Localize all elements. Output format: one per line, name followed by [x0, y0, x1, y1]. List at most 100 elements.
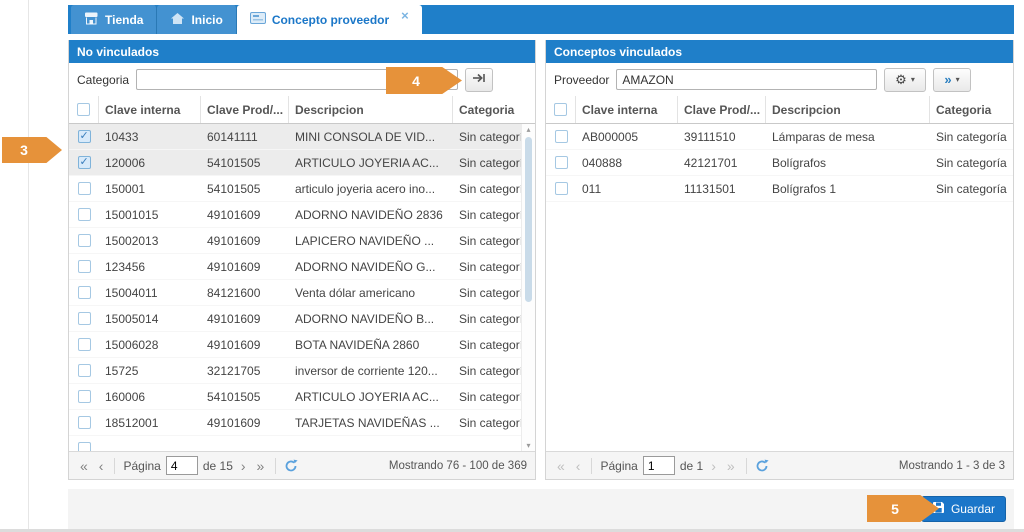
cell-categoria: Sin categoría [930, 182, 1013, 196]
settings-button[interactable]: ⚙ ▾ [884, 68, 926, 92]
row-checkbox[interactable] [78, 364, 91, 377]
row-checkbox[interactable] [78, 260, 91, 273]
checkbox-cell [69, 364, 99, 377]
move-right-button[interactable] [465, 68, 493, 92]
last-page-button[interactable]: » [254, 459, 268, 473]
cell-clave_interna: 123456 [99, 260, 201, 274]
table-row[interactable]: 12000654101505ARTICULO JOYERIA AC...Sin … [69, 150, 535, 176]
row-checkbox[interactable] [78, 182, 91, 195]
cell-descripcion: ARTICULO JOYERIA AC... [289, 390, 453, 404]
table-row[interactable]: 1043360141111MINI CONSOLA DE VID...Sin c… [69, 124, 535, 150]
column-header[interactable]: Clave interna [576, 96, 678, 123]
table-row[interactable]: 1500101549101609ADORNO NAVIDEÑO 2836Sin … [69, 202, 535, 228]
select-all-checkbox[interactable] [77, 103, 90, 116]
vertical-scrollbar[interactable]: ▴ ▾ [521, 124, 535, 451]
column-header[interactable]: Categoria [453, 96, 535, 123]
more-actions-button[interactable]: » ▾ [933, 68, 971, 92]
table-row[interactable]: 1572532121705inversor de corriente 120..… [69, 358, 535, 384]
column-header[interactable]: Categoria [930, 96, 1013, 123]
page-of-label: de 15 [203, 459, 233, 473]
row-checkbox[interactable] [78, 312, 91, 325]
checkbox-cell [69, 416, 99, 429]
caret-down-icon: ▾ [911, 75, 915, 84]
cell-descripcion: Bolígrafos 1 [766, 182, 930, 196]
cell-categoria: Sin categoría [930, 130, 1013, 144]
right-table-header: Clave interna Clave Prod/... Descripcion… [546, 96, 1013, 124]
first-page-button[interactable]: « [554, 459, 568, 473]
next-page-button[interactable]: › [708, 459, 719, 473]
row-checkbox[interactable] [555, 130, 568, 143]
store-icon [84, 12, 99, 28]
last-page-button[interactable]: » [724, 459, 738, 473]
table-row[interactable]: AB00000539111510Lámparas de mesaSin cate… [546, 124, 1013, 150]
refresh-icon[interactable] [284, 459, 298, 473]
table-row[interactable]: 1500201349101609LAPICERO NAVIDEÑO ...Sin… [69, 228, 535, 254]
tab-label: Concepto proveedor [272, 13, 389, 27]
page-label: Página [123, 459, 160, 473]
checkbox-cell [69, 260, 99, 273]
cell-descripcion: BOTA NAVIDEÑA 2860 [289, 338, 453, 352]
column-header[interactable]: Descripcion [766, 96, 930, 123]
checkbox-cell [69, 182, 99, 195]
cell-descripcion: LAPICERO NAVIDEÑO ... [289, 234, 453, 248]
row-checkbox[interactable] [78, 156, 91, 169]
refresh-icon[interactable] [755, 459, 769, 473]
close-icon[interactable]: × [401, 9, 409, 22]
cell-clave_prod: 49101609 [201, 208, 289, 222]
column-header[interactable]: Descripcion [289, 96, 453, 123]
cell-clave_prod: 54101505 [201, 182, 289, 196]
prev-page-button[interactable]: ‹ [573, 459, 584, 473]
table-row[interactable]: 1500602849101609BOTA NAVIDEÑA 2860Sin ca… [69, 332, 535, 358]
table-row[interactable]: 15000154101505articulo joyeria acero ino… [69, 176, 535, 202]
checkbox-cell [69, 338, 99, 351]
column-header[interactable]: Clave interna [99, 96, 201, 123]
table-row[interactable]: 1851200149101609TARJETAS NAVIDEÑAS ...Si… [69, 410, 535, 436]
cell-clave_interna: 040888 [576, 156, 678, 170]
row-checkbox[interactable] [78, 208, 91, 221]
tab-label: Inicio [191, 13, 222, 27]
proveedor-input[interactable] [616, 69, 877, 90]
showing-status: Mostrando 1 - 3 de 3 [899, 460, 1005, 472]
row-checkbox[interactable] [78, 130, 91, 143]
table-row[interactable]: 1500501449101609ADORNO NAVIDEÑO B...Sin … [69, 306, 535, 332]
table-row[interactable]: 1500401184121600Venta dólar americanoSin… [69, 280, 535, 306]
row-checkbox[interactable] [78, 390, 91, 403]
table-row[interactable] [69, 436, 535, 451]
page-input[interactable] [643, 456, 675, 475]
next-page-button[interactable]: › [238, 459, 249, 473]
row-checkbox[interactable] [555, 156, 568, 169]
move-right-icon [472, 72, 486, 87]
select-all-checkbox[interactable] [554, 103, 567, 116]
page-input[interactable] [166, 456, 198, 475]
table-row[interactable]: 04088842121701BolígrafosSin categoría [546, 150, 1013, 176]
first-page-button[interactable]: « [77, 459, 91, 473]
row-checkbox[interactable] [78, 442, 91, 451]
row-checkbox[interactable] [78, 286, 91, 299]
row-checkbox[interactable] [78, 234, 91, 247]
prev-page-button[interactable]: ‹ [96, 459, 107, 473]
panel-conceptos-vinculados: Conceptos vinculados Proveedor ⚙ ▾ » ▾ C… [545, 40, 1014, 480]
tab-concepto-proveedor[interactable]: Concepto proveedor × [237, 5, 422, 34]
column-header[interactable]: Clave Prod/... [678, 96, 766, 123]
tab-tienda[interactable]: Tienda [71, 5, 157, 34]
cell-descripcion: articulo joyeria acero ino... [289, 182, 453, 196]
cell-clave_interna: 15006028 [99, 338, 201, 352]
table-row[interactable]: 01111131501Bolígrafos 1Sin categoría [546, 176, 1013, 202]
tab-inicio[interactable]: Inicio [157, 5, 236, 34]
scroll-down-icon[interactable]: ▾ [522, 441, 535, 450]
cell-clave_prod: 32121705 [201, 364, 289, 378]
categoria-label: Categoria [77, 73, 129, 87]
panel-title: Conceptos vinculados [546, 40, 1013, 63]
cell-clave_interna: 15004011 [99, 286, 201, 300]
row-checkbox[interactable] [78, 416, 91, 429]
row-checkbox[interactable] [78, 338, 91, 351]
table-row[interactable]: 16000654101505ARTICULO JOYERIA AC...Sin … [69, 384, 535, 410]
column-header[interactable]: Clave Prod/... [201, 96, 289, 123]
caret-down-icon: ▾ [956, 75, 960, 84]
scrollbar-thumb[interactable] [525, 137, 532, 302]
row-checkbox[interactable] [555, 182, 568, 195]
table-row[interactable]: 12345649101609ADORNO NAVIDEÑO G...Sin ca… [69, 254, 535, 280]
scroll-up-icon[interactable]: ▴ [522, 125, 535, 134]
cell-clave_prod: 60141111 [201, 130, 289, 144]
page-of-label: de 1 [680, 459, 703, 473]
